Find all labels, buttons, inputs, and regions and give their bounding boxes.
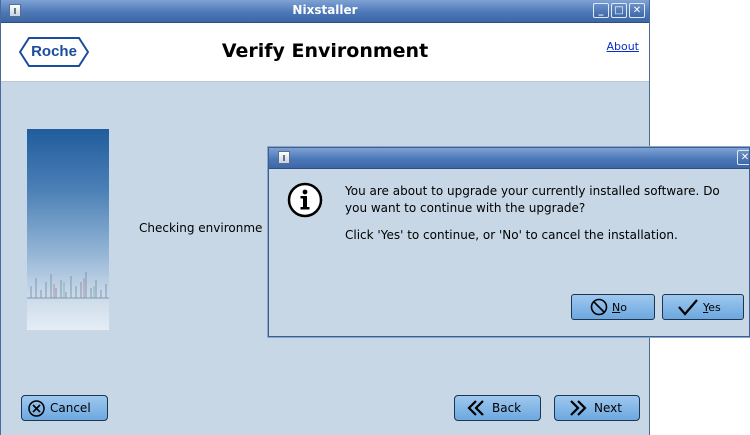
window-title: Nixstaller (292, 3, 358, 17)
upgrade-confirm-dialog: I ✕ You are about to upgrade your curren… (268, 147, 750, 337)
window-controls: _ □ ✕ (593, 3, 645, 18)
next-button[interactable]: Next (554, 395, 640, 421)
info-icon (287, 182, 323, 222)
page-header: Roche Verify Environment About (1, 23, 649, 82)
yes-button[interactable]: Yes (662, 294, 744, 320)
minimize-icon[interactable]: _ (593, 3, 609, 18)
next-button-label: Next (594, 401, 622, 415)
double-chevron-right-icon (567, 399, 589, 417)
dialog-app-icon[interactable]: I (278, 151, 290, 164)
cancel-icon (28, 399, 45, 417)
page-title: Verify Environment (221, 40, 429, 62)
dialog-titlebar[interactable]: I ✕ (269, 148, 749, 169)
dialog-message-line2: Click 'Yes' to continue, or 'No' to canc… (345, 228, 678, 242)
yes-button-label: Yes (703, 300, 721, 314)
cancel-button-label: Cancel (50, 401, 91, 415)
back-button-label: Back (492, 401, 522, 415)
no-entry-icon (590, 298, 608, 316)
status-text: Checking environme (139, 221, 263, 235)
no-button-label: No (612, 300, 627, 314)
cancel-button[interactable]: Cancel (21, 395, 108, 421)
window-titlebar[interactable]: I Nixstaller _ □ ✕ (1, 0, 649, 23)
dialog-message: You are about to upgrade your currently … (345, 183, 745, 244)
back-button[interactable]: Back (454, 395, 541, 421)
dialog-message-line1: You are about to upgrade your currently … (345, 184, 720, 215)
double-chevron-left-icon (465, 399, 487, 417)
maximize-icon[interactable]: □ (611, 3, 627, 18)
dialog-close-icon[interactable]: ✕ (737, 150, 749, 165)
about-link[interactable]: About (606, 40, 639, 53)
checkmark-icon (677, 298, 699, 316)
no-button[interactable]: No (571, 294, 655, 320)
decorative-side-image (27, 129, 109, 330)
close-icon[interactable]: ✕ (629, 3, 645, 18)
